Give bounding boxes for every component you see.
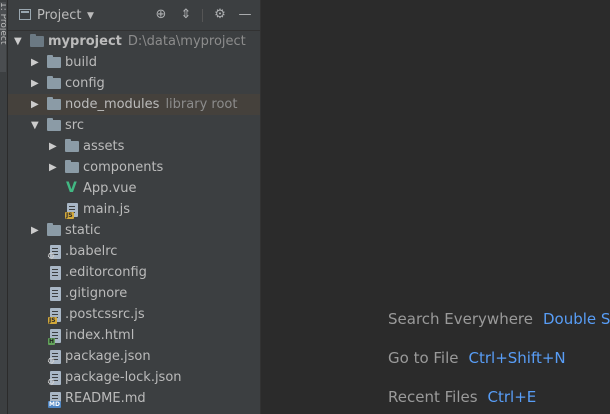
locate-icon[interactable]: ⊕ — [153, 7, 169, 23]
project-view-icon — [19, 9, 31, 20]
hint-shortcut: Double Shift — [543, 310, 610, 328]
project-path: D:\data\myproject — [127, 34, 246, 49]
tree-item-main-js[interactable]: JS main.js — [8, 199, 260, 220]
tree-item-assets[interactable]: ▶ assets — [8, 136, 260, 157]
project-panel: Project ▼ ⊕ ⇕ ⚙ — ▼ myproject D:\data\myp… — [8, 0, 261, 414]
ide-window: 1: Project Project ▼ ⊕ ⇕ ⚙ — ▼ myproject… — [0, 0, 610, 414]
tree-item-label: static — [65, 223, 101, 238]
tree-item-label: .editorconfig — [65, 265, 147, 280]
tree-item-label: assets — [83, 139, 125, 154]
collapsed-arrow-icon[interactable]: ▶ — [31, 52, 41, 73]
project-tool-tab[interactable]: 1: Project — [0, 2, 6, 72]
tree-item-label: README.md — [65, 391, 146, 406]
tree-item-postcssrc-js[interactable]: JS .postcssrc.js — [8, 304, 260, 325]
hint-action: Go to File — [388, 349, 459, 367]
markdown-file-icon: MD — [48, 392, 61, 408]
collapsed-arrow-icon[interactable]: ▶ — [49, 157, 59, 178]
tree-item-label: main.js — [83, 202, 130, 217]
tree-item-label: App.vue — [83, 181, 137, 196]
vue-file-icon: V — [66, 180, 77, 196]
folder-icon — [65, 139, 79, 152]
expanded-arrow-icon[interactable]: ▼ — [31, 115, 41, 136]
minimize-icon[interactable]: — — [237, 7, 253, 23]
tree-item-label: package-lock.json — [65, 370, 182, 385]
folder-icon — [47, 76, 61, 89]
folder-icon — [47, 97, 61, 110]
project-panel-header: Project ▼ ⊕ ⇕ ⚙ — — [8, 0, 260, 31]
tree-item-label: .babelrc — [65, 244, 118, 259]
collapsed-arrow-icon[interactable]: ▶ — [31, 220, 41, 241]
tree-item-label: src — [65, 118, 84, 133]
tree-item-static[interactable]: ▶ static — [8, 220, 260, 241]
collapsed-arrow-icon[interactable]: ▶ — [31, 73, 41, 94]
hint-search-everywhere: Search Everywhere Double Shift — [388, 309, 610, 329]
folder-icon — [47, 55, 61, 68]
tree-item-src[interactable]: ▼ src — [8, 115, 260, 136]
hint-shortcut: Ctrl+Shift+N — [468, 349, 566, 367]
text-file-icon — [50, 287, 61, 301]
project-view-selector[interactable]: Project — [37, 8, 81, 24]
js-file-icon: JS — [65, 203, 78, 219]
hint-recent-files: Recent Files Ctrl+E — [388, 387, 536, 407]
tree-item-build[interactable]: ▶ build — [8, 52, 260, 73]
collapsed-arrow-icon[interactable]: ▶ — [49, 136, 59, 157]
hint-go-to-file: Go to File Ctrl+Shift+N — [388, 348, 566, 368]
tree-item-label: .gitignore — [65, 286, 128, 301]
folder-icon — [47, 223, 61, 236]
tree-item-label: .postcssrc.js — [65, 307, 145, 322]
collapse-all-icon[interactable]: ⇕ — [178, 7, 194, 23]
tree-item-label: components — [83, 160, 164, 175]
hint-action: Recent Files — [388, 388, 478, 406]
folder-icon — [47, 118, 61, 131]
tree-item-package-json[interactable]: ⚙ package.json — [8, 346, 260, 367]
tree-item-editorconfig[interactable]: .editorconfig — [8, 262, 260, 283]
tree-item-label: build — [65, 55, 97, 70]
tree-item-components[interactable]: ▶ components — [8, 157, 260, 178]
left-tool-strip: 1: Project — [0, 0, 8, 414]
tree-item-label: node_modules — [65, 97, 160, 112]
library-root-note: library root — [165, 97, 238, 112]
tree-item-gitignore[interactable]: .gitignore — [8, 283, 260, 304]
tree-item-app-vue[interactable]: V App.vue — [8, 178, 260, 199]
config-file-icon: ⚙ — [47, 371, 61, 388]
folder-icon — [30, 34, 44, 47]
tree-item-node-modules[interactable]: ▶ node_modules library root — [8, 94, 260, 115]
tree-item-label: myproject — [48, 34, 122, 49]
config-file-icon: ⚙ — [47, 245, 61, 262]
hint-shortcut: Ctrl+E — [487, 388, 537, 406]
tree-item-config[interactable]: ▶ config — [8, 73, 260, 94]
text-file-icon — [50, 266, 61, 280]
tree-item-babelrc[interactable]: ⚙ .babelrc — [8, 241, 260, 262]
header-divider — [202, 9, 203, 22]
js-file-icon: JS — [48, 308, 61, 324]
html-file-icon: H — [48, 329, 61, 345]
chevron-down-icon[interactable]: ▼ — [87, 9, 94, 23]
collapsed-arrow-icon[interactable]: ▶ — [31, 94, 41, 115]
tree-item-label: index.html — [65, 328, 135, 343]
expanded-arrow-icon[interactable]: ▼ — [14, 31, 24, 52]
tree-item-package-lock-json[interactable]: ⚙ package-lock.json — [8, 367, 260, 388]
config-file-icon: ⚙ — [47, 350, 61, 367]
tree-item-myproject[interactable]: ▼ myproject D:\data\myproject — [8, 31, 260, 52]
tree-item-label: config — [65, 76, 105, 91]
hint-action: Search Everywhere — [388, 310, 533, 328]
tree-item-label: package.json — [65, 349, 151, 364]
tree-item-readme-md[interactable]: MD README.md — [8, 388, 260, 409]
folder-icon — [65, 160, 79, 173]
gear-icon[interactable]: ⚙ — [212, 7, 228, 23]
tree-item-index-html[interactable]: H index.html — [8, 325, 260, 346]
